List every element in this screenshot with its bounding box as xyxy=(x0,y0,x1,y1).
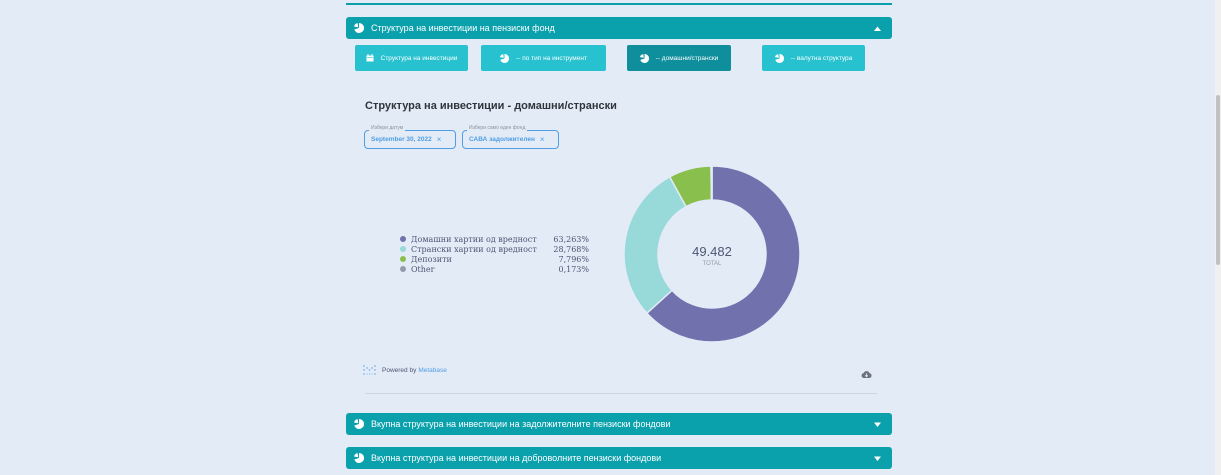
section-header-mandatory-funds[interactable]: Вкупна структура на инвестиции на задолж… xyxy=(346,413,892,435)
scrollbar-thumb[interactable] xyxy=(1216,95,1220,265)
metabase-logo-icon xyxy=(363,365,376,375)
pie-icon xyxy=(354,453,364,463)
chevron-down-icon[interactable] xyxy=(874,422,881,427)
metabase-link[interactable]: Metabase xyxy=(418,367,447,374)
scrollbar[interactable] xyxy=(1215,0,1221,475)
download-icon[interactable] xyxy=(861,366,872,384)
donut-slice[interactable] xyxy=(623,175,688,315)
chevron-down-icon[interactable] xyxy=(874,456,881,461)
donut-slice[interactable] xyxy=(710,165,713,201)
center-total-value: 49.482 xyxy=(692,244,732,259)
card-divider xyxy=(365,393,877,394)
pie-icon xyxy=(354,419,364,429)
section-header-title: Вкупна структура на инвестиции на добров… xyxy=(371,453,662,463)
powered-by[interactable]: Powered by Metabase xyxy=(363,365,447,375)
donut-chart: 49.482 TOTAL xyxy=(623,165,801,343)
section-header-title: Вкупна структура на инвестиции на задолж… xyxy=(371,419,671,429)
center-total-label: TOTAL xyxy=(703,261,722,267)
powered-by-text: Powered by xyxy=(382,366,417,374)
section-header-voluntary-funds[interactable]: Вкупна структура на инвестиции на добров… xyxy=(346,447,892,469)
